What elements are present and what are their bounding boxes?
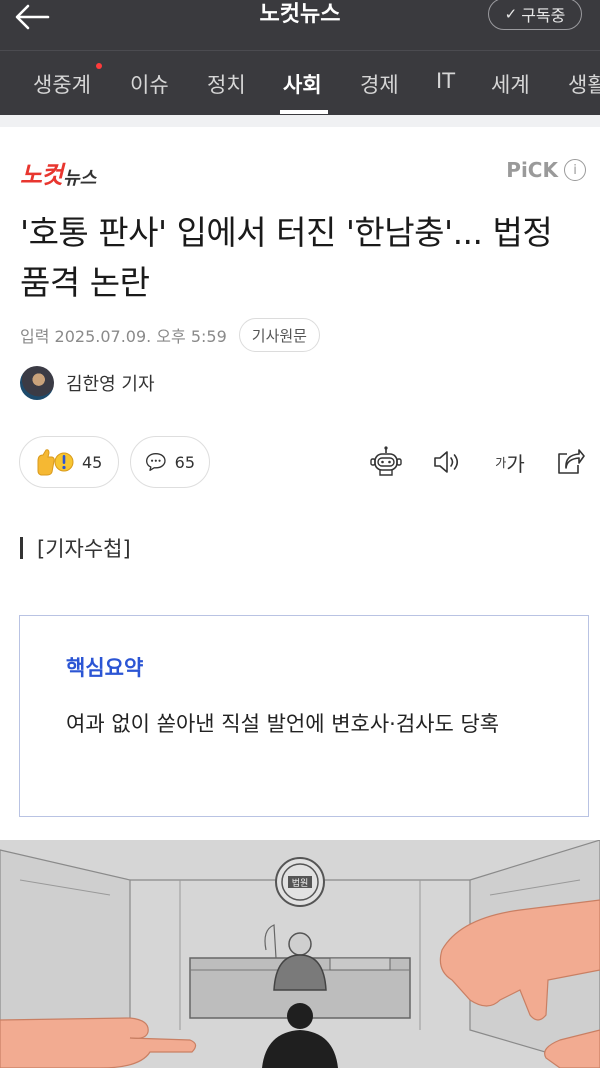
article-illustration[interactable]: 법원 bbox=[0, 840, 600, 1068]
info-icon[interactable]: i bbox=[564, 159, 586, 181]
key-summary-box: 핵심요약 여과 없이 쏟아낸 직설 발언에 변호사·검사도 당혹 bbox=[19, 615, 589, 817]
section-tag-label: [기자수첩] bbox=[37, 537, 131, 561]
comment-button[interactable]: 65 bbox=[130, 436, 210, 488]
new-indicator-dot bbox=[96, 63, 102, 69]
check-icon: ✓ bbox=[504, 5, 518, 23]
seal-text: 법원 bbox=[292, 878, 309, 889]
subscribe-label: 구독중 bbox=[521, 6, 566, 25]
press-logo-main: 노컷 bbox=[20, 161, 63, 189]
reporter-avatar bbox=[20, 366, 54, 400]
summary-bot-button[interactable] bbox=[368, 444, 404, 480]
font-size-button[interactable]: 가가 bbox=[490, 444, 530, 480]
reporter-name: 김한영 기자 bbox=[66, 374, 155, 395]
tab-society[interactable]: 사회 bbox=[283, 69, 322, 99]
font-size-small-glyph: 가 bbox=[495, 455, 507, 470]
font-size-large-glyph: 가 bbox=[506, 451, 525, 476]
summary-body: 여과 없이 쏟아낸 직설 발언에 변호사·검사도 당혹 bbox=[66, 712, 500, 736]
tab-politics[interactable]: 정치 bbox=[207, 69, 246, 99]
share-icon bbox=[558, 449, 585, 474]
reaction-button[interactable]: 45 bbox=[19, 436, 119, 488]
section-tag-bar bbox=[20, 537, 23, 559]
article-dateline: 입력 2025.07.09. 오후 5:59 기사원문 bbox=[20, 318, 320, 352]
reaction-emoji-icon bbox=[37, 449, 74, 476]
section-spacer bbox=[0, 115, 600, 127]
reporter-info[interactable]: 김한영 기자 bbox=[20, 366, 155, 400]
press-logo-sub: 뉴스 bbox=[63, 168, 97, 189]
listen-button[interactable] bbox=[429, 444, 465, 480]
comment-icon bbox=[145, 453, 166, 471]
original-article-button[interactable]: 기사원문 bbox=[238, 318, 320, 352]
summary-title: 핵심요약 bbox=[66, 656, 144, 680]
tab-life[interactable]: 생활 bbox=[568, 69, 600, 99]
robot-icon bbox=[370, 446, 402, 476]
tab-issue[interactable]: 이슈 bbox=[130, 69, 169, 99]
tab-it[interactable]: IT bbox=[436, 69, 455, 93]
article-headline: '호통 판사' 입에서 터진 '한남충'... 법정 품격 논란 bbox=[20, 213, 553, 302]
share-button[interactable] bbox=[552, 444, 588, 480]
pick-label: PiCK bbox=[506, 158, 558, 182]
comment-count: 65 bbox=[174, 452, 195, 472]
category-nav: 생중계 이슈 정치 사회 경제 IT 세계 생활 bbox=[0, 51, 600, 115]
subscribe-button[interactable]: ✓ 구독중 bbox=[488, 0, 582, 30]
reaction-count: 45 bbox=[82, 452, 103, 472]
section-tag: [기자수첩] bbox=[20, 533, 131, 563]
active-tab-indicator bbox=[280, 110, 328, 114]
tab-live[interactable]: 생중계 bbox=[33, 69, 91, 99]
press-logo[interactable]: 노컷 뉴스 bbox=[20, 156, 96, 190]
app-header: 노컷뉴스 ✓ 구독중 bbox=[0, 0, 600, 50]
speaker-icon bbox=[434, 451, 459, 473]
publish-date: 입력 2025.07.09. 오후 5:59 bbox=[20, 327, 227, 346]
pick-badge[interactable]: PiCK i bbox=[506, 158, 586, 182]
courtroom-illustration: 법원 bbox=[0, 840, 600, 1068]
tab-world[interactable]: 세계 bbox=[491, 69, 530, 99]
tab-economy[interactable]: 경제 bbox=[360, 69, 399, 99]
